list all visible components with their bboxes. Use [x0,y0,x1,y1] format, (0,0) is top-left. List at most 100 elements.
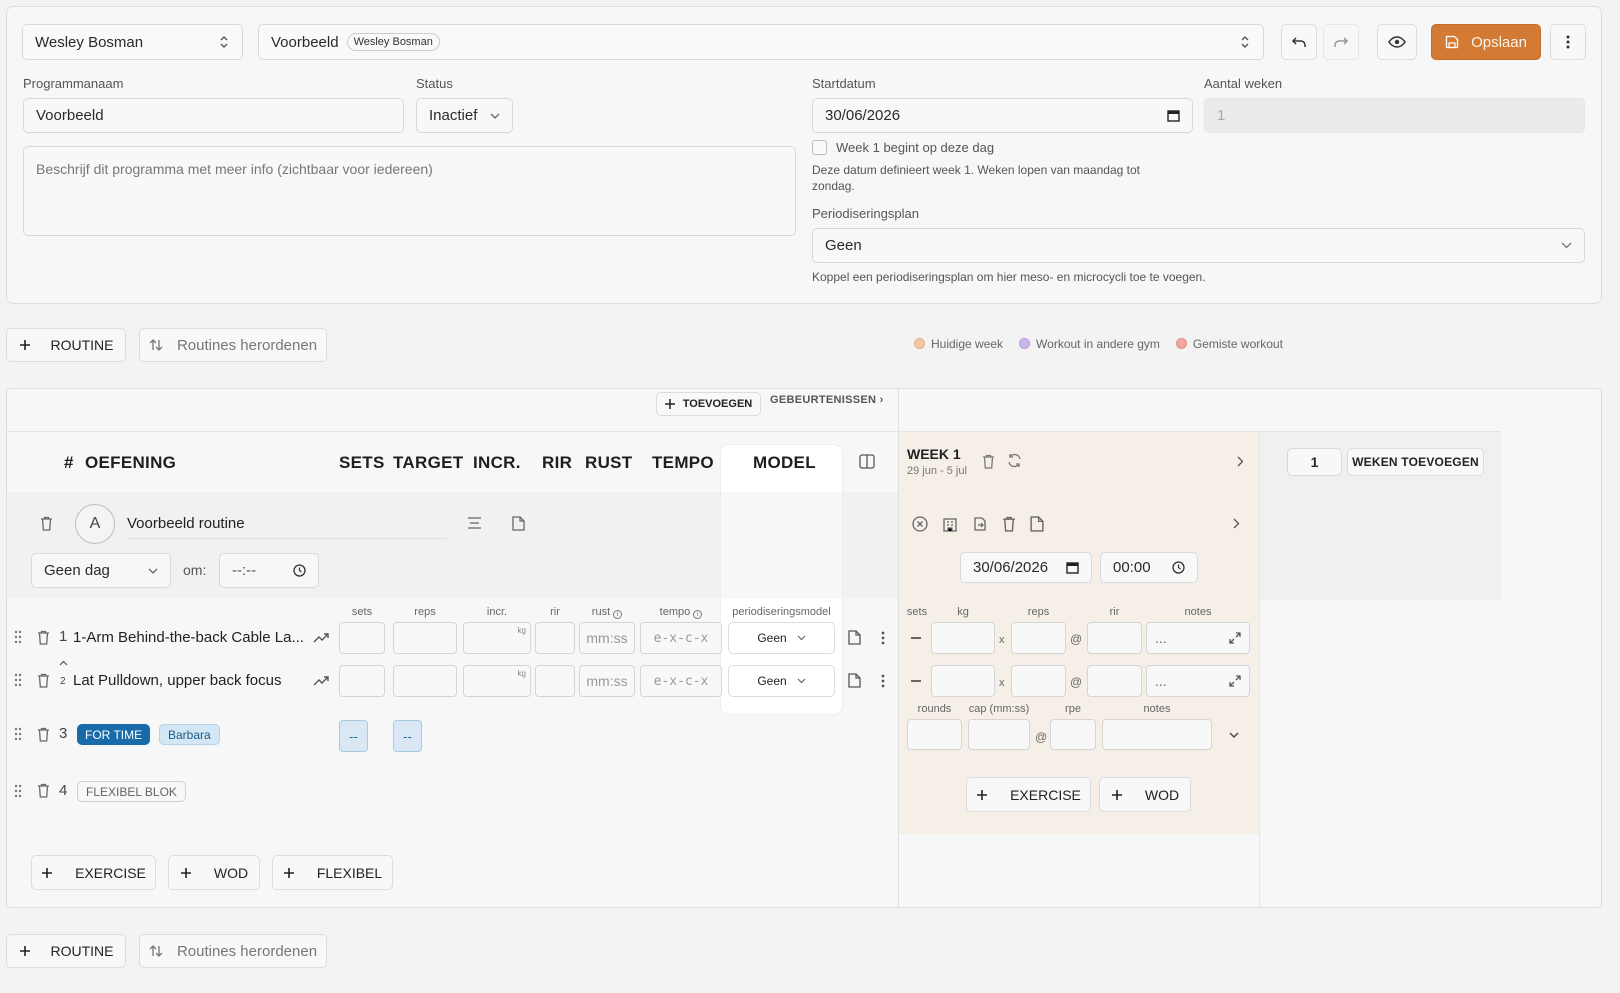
trend-icon[interactable] [313,632,329,643]
add-weeks-button[interactable]: WEKEN TOEVOEGEN [1347,448,1484,476]
reps-input[interactable] [393,622,457,654]
chevron-right-icon[interactable] [1237,456,1244,467]
notes-log-input[interactable]: ... [1146,622,1250,654]
wod-cap-input[interactable] [968,719,1030,750]
wod-name-badge[interactable]: Barbara [159,724,220,745]
add-flexible-button[interactable]: FLEXIBEL [272,855,393,890]
routine-doc-button[interactable] [512,516,525,531]
events-link[interactable]: GEBEURTENISSEN › [770,394,884,406]
save-button[interactable]: Opslaan [1431,24,1541,60]
wod-notes-input[interactable] [1102,719,1212,750]
program-select[interactable]: Voorbeeld Wesley Bosman [258,24,1264,60]
reps-log-input[interactable] [1011,622,1066,654]
document-icon[interactable] [848,630,861,645]
notes-log-input[interactable]: ... [1146,665,1250,697]
sets-input[interactable] [339,665,385,697]
minus-icon[interactable] [911,680,921,682]
week1-checkbox-row[interactable]: Week 1 begint op deze dag [812,140,994,155]
undo-button[interactable] [1281,24,1317,60]
workout-date-input[interactable]: 30/06/2026 [960,552,1092,583]
day-select-value: Geen dag [44,562,110,579]
wod-rounds-input[interactable] [907,719,962,750]
rir-input[interactable] [535,665,575,697]
trash-icon[interactable] [37,727,50,742]
drag-handle-icon[interactable] [14,784,22,798]
week1-checkbox[interactable] [812,140,827,155]
document-icon [512,516,525,531]
model-select[interactable]: Geen [728,622,835,654]
preview-button[interactable] [1377,24,1417,60]
routine-notes-button[interactable] [467,517,482,529]
routine-name-input[interactable]: Voorbeeld routine [127,515,447,539]
trend-icon[interactable] [313,675,329,686]
document-icon[interactable] [848,673,861,688]
tempo-input[interactable]: e-x-c-x [640,622,722,654]
startdate-input[interactable]: 30/06/2026 [812,98,1193,133]
columns-toggle-button[interactable] [859,454,875,469]
rir-input[interactable] [535,622,575,654]
day-select[interactable]: Geen dag [31,553,171,588]
rest-input[interactable]: mm:ss [579,622,635,654]
add-exercise-button[interactable]: EXERCISE [31,855,156,890]
add-routine-button-bottom[interactable]: ROUTINE [6,934,126,968]
delete-routine-button[interactable] [40,516,53,531]
rir-log-input[interactable] [1087,665,1142,697]
close-circle-icon[interactable] [912,516,928,532]
wod-target-cell[interactable]: -- [393,720,422,752]
workout-time-input[interactable]: 00:00 [1100,552,1198,583]
status-select[interactable]: Inactief [416,98,513,133]
building-icon[interactable] [942,516,958,532]
description-textarea[interactable]: Beschrijf dit programma met meer info (z… [23,146,796,236]
reorder-routines-button[interactable]: Routines herordenen [139,328,327,362]
wod-rpe-input[interactable] [1050,719,1096,750]
reps-log-input[interactable] [1011,665,1066,697]
exercise-name[interactable]: Lat Pulldown, upper back focus [73,672,281,689]
tempo-input[interactable]: e-x-c-x [640,665,722,697]
more-vertical-icon[interactable] [881,631,885,645]
rest-placeholder: mm:ss [586,630,628,646]
rir-log-input[interactable] [1087,622,1142,654]
minus-icon[interactable] [911,637,921,639]
expand-icon[interactable] [1229,632,1241,644]
document-icon[interactable] [1030,516,1044,532]
reorder-routines-button-bottom[interactable]: Routines herordenen [139,934,327,968]
client-select[interactable]: Wesley Bosman [22,24,243,60]
drag-handle-icon[interactable] [14,727,22,741]
add-wod-button[interactable]: WOD [168,855,260,890]
model-select[interactable]: Geen [728,665,835,697]
period-plan-select[interactable]: Geen [812,228,1585,263]
program-name-input[interactable]: Voorbeeld [23,98,404,133]
add-routine-button[interactable]: ROUTINE [6,328,126,362]
sets-input[interactable] [339,622,385,654]
reps-input[interactable] [393,665,457,697]
refresh-icon[interactable] [1007,453,1022,468]
weeks-count-input[interactable]: 1 [1287,448,1342,476]
chevron-down-icon[interactable] [1229,732,1239,738]
kg-log-input[interactable] [931,622,995,654]
more-menu-button[interactable] [1550,24,1586,60]
wod-sets-cell[interactable]: -- [339,720,368,752]
copy-doc-icon[interactable] [972,516,988,532]
chevron-right-icon[interactable] [1233,518,1240,529]
redo-button[interactable] [1323,24,1359,60]
routine-time-input[interactable]: --:-- [219,553,319,588]
incr-input[interactable]: kg [463,622,531,654]
expand-icon[interactable] [1229,675,1241,687]
more-vertical-icon[interactable] [881,674,885,688]
add-event-button[interactable]: TOEVOEGEN [656,392,761,416]
rest-input[interactable]: mm:ss [579,665,635,697]
trash-icon[interactable] [37,673,50,688]
chevron-up-icon[interactable] [59,660,68,666]
trash-icon[interactable] [1002,516,1016,532]
chevron-updown-icon [1239,35,1251,49]
exercise-name[interactable]: 1-Arm Behind-the-back Cable La... [73,629,304,646]
trash-icon[interactable] [37,783,50,798]
incr-input[interactable]: kg [463,665,531,697]
trash-icon[interactable] [982,454,995,469]
trash-icon[interactable] [37,630,50,645]
week-add-wod-button[interactable]: WOD [1099,777,1191,812]
drag-handle-icon[interactable] [14,630,22,644]
kg-log-input[interactable] [931,665,995,697]
drag-handle-icon[interactable] [14,673,22,687]
week-add-exercise-button[interactable]: EXERCISE [966,777,1091,812]
